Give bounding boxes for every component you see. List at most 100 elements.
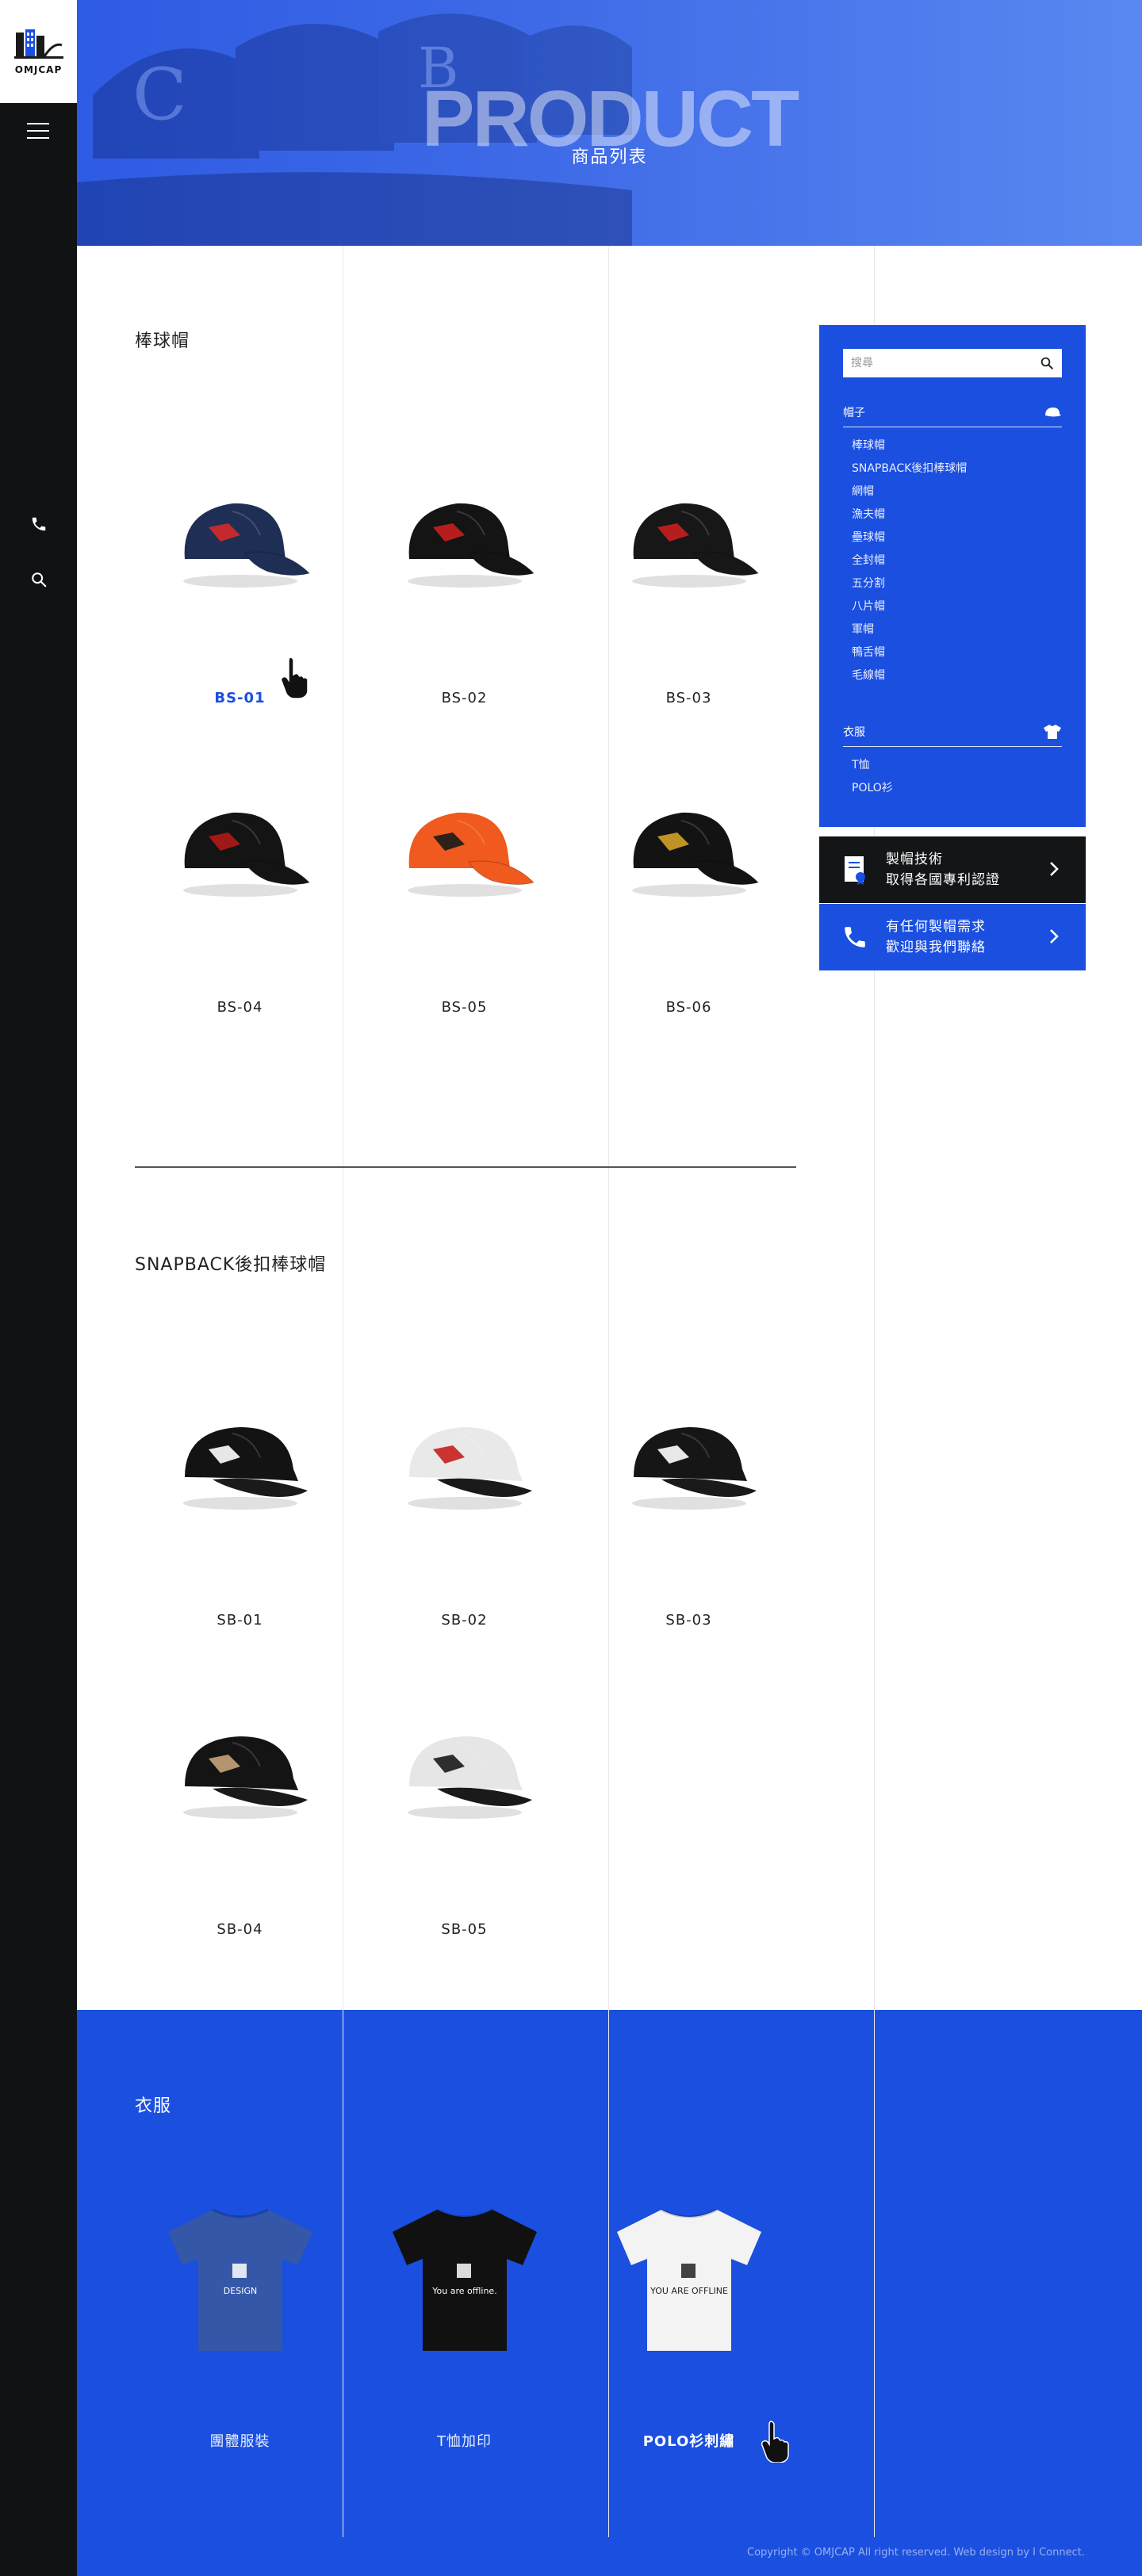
hero-banner: C B PRODUCT 商品列表 (77, 0, 1142, 246)
category-link[interactable]: 棒球帽 (852, 434, 967, 457)
menu-toggle-button[interactable] (27, 121, 49, 141)
category-link[interactable]: 壘球帽 (852, 526, 967, 549)
product-image[interactable] (128, 1350, 352, 1572)
category-link[interactable]: 軍帽 (852, 618, 967, 641)
category-heading-label: 帽子 (843, 407, 865, 419)
category-heading-hats[interactable]: 帽子 (843, 404, 1062, 427)
category-heading-label: 衣服 (843, 726, 865, 739)
category-link[interactable]: SNAPBACK後扣棒球帽 (852, 457, 967, 480)
product-label[interactable]: BS-03 (577, 690, 801, 706)
category-link[interactable]: 漁夫帽 (852, 503, 967, 526)
product-image[interactable] (352, 1350, 577, 1572)
product-card[interactable]: BS-03 (577, 428, 801, 714)
product-label[interactable]: T恤加印 (352, 2430, 577, 2451)
product-card[interactable]: You are offline. T恤加印 (352, 2168, 577, 2454)
product-image[interactable] (128, 428, 352, 650)
copyright-text: Copyright © OMJCAP All right reserved. W… (747, 2547, 1085, 2559)
section-title-snapback: SNAPBACK後扣棒球帽 (135, 1255, 327, 1275)
category-link[interactable]: T恤 (852, 754, 893, 777)
clothes-category-list: T恤 POLO衫 (852, 754, 893, 800)
search-input[interactable] (851, 357, 1040, 369)
side-navigation: OMJCAP (0, 0, 77, 2576)
svg-text:DESIGN: DESIGN (223, 2286, 256, 2296)
svg-text:You are offline.: You are offline. (431, 2286, 496, 2296)
product-card[interactable]: BS-02 (352, 428, 577, 714)
category-heading-clothes[interactable]: 衣服 (843, 724, 1062, 747)
hamburger-bar (27, 123, 49, 124)
logo-text: OMJCAP (14, 64, 63, 75)
contact-cta-line1: 有任何製帽需求 (886, 919, 986, 935)
product-card[interactable]: BS-06 (577, 737, 801, 1023)
product-card[interactable]: SB-03 (577, 1350, 801, 1636)
product-card[interactable]: SB-02 (352, 1350, 577, 1636)
product-image[interactable]: DESIGN (128, 2168, 352, 2390)
category-link[interactable]: 毛線帽 (852, 664, 967, 687)
hand-pointer-icon (280, 656, 308, 699)
product-label[interactable]: SB-05 (352, 1921, 577, 1938)
product-label[interactable]: 團體服裝 (128, 2430, 352, 2451)
product-card[interactable]: BS-04 (128, 737, 352, 1023)
certificate-icon (845, 856, 865, 885)
section-title-baseball: 棒球帽 (135, 331, 190, 351)
hand-pointer-icon (761, 2421, 789, 2463)
logo-mark-icon (13, 28, 63, 59)
product-image[interactable] (352, 428, 577, 650)
product-label[interactable]: BS-02 (352, 690, 577, 706)
cap-icon (1045, 408, 1061, 417)
product-image[interactable]: You are offline. (352, 2168, 577, 2390)
product-label[interactable]: SB-03 (577, 1612, 801, 1629)
contact-cta-line2: 歡迎與我們聯絡 (886, 940, 986, 955)
patent-cta-button[interactable]: 製帽技術 取得各國專利認證 (819, 836, 1086, 903)
product-label[interactable]: SB-02 (352, 1612, 577, 1629)
product-card[interactable]: YOU ARE OFFLINE POLO衫刺繡 (577, 2168, 801, 2454)
category-link[interactable]: 全封帽 (852, 549, 967, 572)
product-image[interactable] (577, 1350, 801, 1572)
product-image[interactable]: YOU ARE OFFLINE (577, 2168, 801, 2390)
patent-cta-line2: 取得各國專利認證 (886, 872, 1000, 888)
category-link[interactable]: 五分割 (852, 572, 967, 595)
svg-text:YOU ARE OFFLINE: YOU ARE OFFLINE (650, 2286, 728, 2296)
product-image[interactable] (577, 428, 801, 650)
product-label[interactable]: SB-01 (128, 1612, 352, 1629)
phone-icon[interactable] (29, 514, 49, 534)
hamburger-bar (27, 130, 49, 132)
category-panel: 帽子 棒球帽SNAPBACK後扣棒球帽網帽漁夫帽壘球帽全封帽五分割八片帽軍帽鴨舌… (819, 325, 1086, 827)
product-label[interactable]: BS-06 (577, 999, 801, 1016)
section-title-clothes: 衣服 (135, 2096, 172, 2116)
search-box (843, 349, 1062, 377)
hat-category-list: 棒球帽 SNAPBACK後扣棒球帽 網帽 漁夫帽 壘球帽 全封帽 五分割 八片帽 軍帽 鴨舌帽 毛線… (852, 434, 967, 687)
product-card[interactable]: SB-01 (128, 1350, 352, 1636)
product-label[interactable]: BS-05 (352, 999, 577, 1016)
chevron-right-icon (1050, 929, 1059, 944)
category-link[interactable]: 網帽 (852, 480, 967, 503)
product-label[interactable]: BS-01 (128, 690, 352, 706)
patent-cta-line1: 製帽技術 (886, 852, 943, 867)
clothes-section: 衣服 DESIGN 團體服裝 You are offline. T恤加印 YOU ARE… (77, 2010, 1142, 2576)
phone-icon (845, 927, 865, 947)
hero-subtitle: 商品列表 (571, 147, 648, 167)
grid-line (608, 2010, 609, 2536)
product-label[interactable]: SB-04 (128, 1921, 352, 1938)
hamburger-bar (27, 137, 49, 139)
product-card[interactable]: DESIGN 團體服裝 (128, 2168, 352, 2454)
contact-cta-button[interactable]: 有任何製帽需求 歡迎與我們聯絡 (819, 904, 1086, 970)
product-card[interactable]: BS-01 (128, 428, 352, 714)
grid-line (874, 2010, 875, 2536)
category-link[interactable]: POLO衫 (852, 777, 893, 800)
product-image[interactable] (128, 1659, 352, 1881)
product-image[interactable] (352, 737, 577, 959)
search-icon[interactable] (29, 569, 49, 590)
logo[interactable]: OMJCAP (0, 0, 77, 103)
product-card[interactable]: SB-05 (352, 1659, 577, 1945)
product-card[interactable]: SB-04 (128, 1659, 352, 1945)
product-card[interactable]: BS-05 (352, 737, 577, 1023)
product-image[interactable] (128, 737, 352, 959)
category-link[interactable]: 鴨舌帽 (852, 641, 967, 664)
product-image[interactable] (577, 737, 801, 959)
chevron-right-icon (1050, 862, 1059, 876)
product-label[interactable]: BS-04 (128, 999, 352, 1016)
search-icon[interactable] (1040, 356, 1054, 370)
product-image[interactable] (352, 1659, 577, 1881)
tshirt-icon (1044, 725, 1061, 739)
category-link[interactable]: 八片帽 (852, 595, 967, 618)
